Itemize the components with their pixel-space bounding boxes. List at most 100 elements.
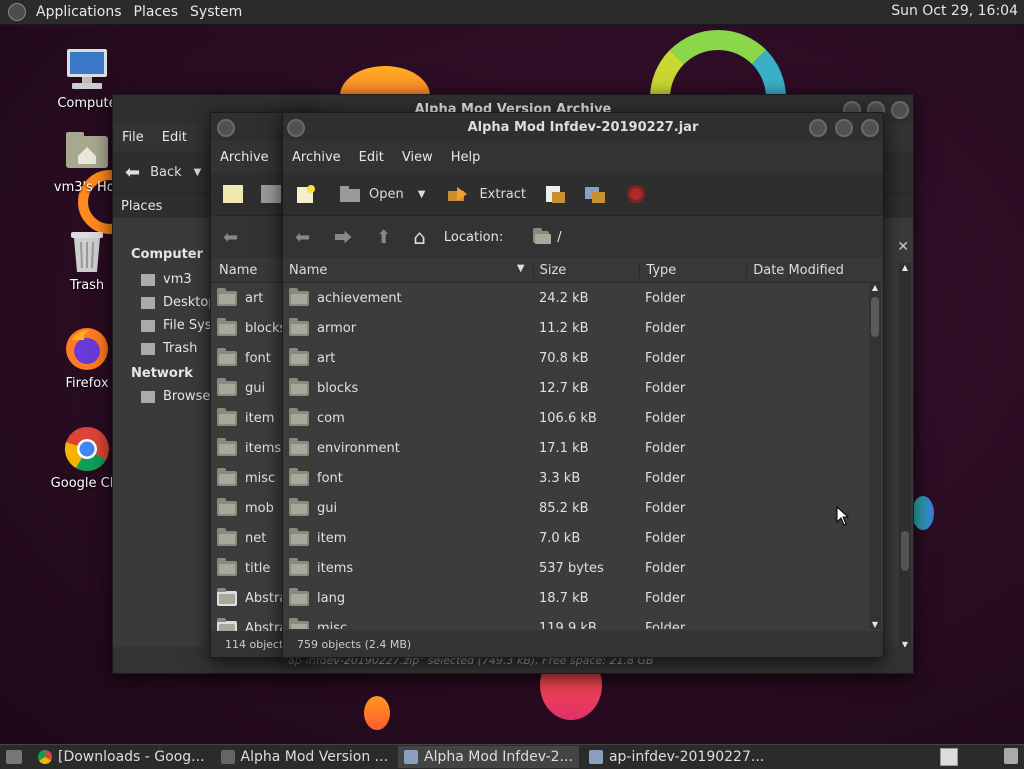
table-row[interactable]: achievement 24.2 kB Folder: [283, 283, 883, 313]
system-menu[interactable]: System: [184, 4, 248, 20]
close-button[interactable]: [891, 101, 909, 119]
window-menu-button[interactable]: [287, 119, 305, 137]
wallpaper-teal-dot: [912, 496, 934, 530]
window-menu-button[interactable]: [217, 119, 235, 137]
vertical-scrollbar[interactable]: ▲ ▼: [869, 283, 881, 629]
extract-button[interactable]: Extract: [447, 185, 526, 203]
archive-window-front[interactable]: Alpha Mod Infdev-20190227.jar Archive Ed…: [282, 112, 884, 658]
back-button[interactable]: ⬅ Back ▼: [125, 162, 201, 183]
row-name: item: [317, 530, 347, 546]
folder-icon: [217, 377, 237, 396]
statusbar: 759 objects (2.4 MB): [283, 631, 883, 657]
network-icon: [141, 390, 155, 403]
scroll-thumb[interactable]: [901, 531, 909, 571]
menu-archive[interactable]: Archive: [211, 150, 278, 165]
sidebar-item-label: Desktop: [163, 295, 217, 310]
taskbar-item-archive-manager[interactable]: Alpha Mod Infdev-2...: [398, 746, 579, 768]
folder-icon: [289, 527, 309, 546]
add-files-button[interactable]: [544, 184, 566, 204]
scroll-up-arrow[interactable]: ▲: [899, 263, 911, 272]
table-row[interactable]: lang 18.7 kB Folder: [283, 583, 883, 613]
minimize-button[interactable]: [809, 119, 827, 137]
vertical-scrollbar[interactable]: ▲ ▼: [899, 263, 911, 649]
table-row[interactable]: blocks 12.7 kB Folder: [283, 373, 883, 403]
forward-arrow-icon[interactable]: ⮕: [334, 224, 352, 250]
table-row[interactable]: com 106.6 kB Folder: [283, 403, 883, 433]
table-row[interactable]: armor 11.2 kB Folder: [283, 313, 883, 343]
scroll-up-arrow[interactable]: ▲: [869, 283, 881, 293]
desktop-icon: [141, 296, 155, 309]
table-row[interactable]: items 537 bytes Folder: [283, 553, 883, 583]
folder-icon: [289, 377, 309, 396]
trash-applet-icon[interactable]: [1004, 748, 1018, 764]
row-name: lang: [317, 590, 346, 606]
window-title: Alpha Mod Infdev-20190227.jar: [467, 119, 699, 135]
show-desktop-icon[interactable]: [6, 750, 22, 764]
column-date-modified[interactable]: Date Modified: [746, 262, 883, 278]
column-type[interactable]: Type: [639, 262, 746, 278]
open-dropdown-button[interactable]: ▼: [418, 189, 426, 200]
table-row[interactable]: font 3.3 kB Folder: [283, 463, 883, 493]
row-name: armor: [317, 320, 357, 336]
taskbar-item-zip[interactable]: ap-infdev-20190227...: [583, 746, 770, 768]
row-name: font: [317, 470, 343, 486]
scroll-down-arrow[interactable]: ▼: [869, 620, 881, 629]
item-name: items: [245, 440, 282, 456]
applications-menu[interactable]: Applications: [30, 4, 128, 20]
menu-view[interactable]: View: [393, 150, 442, 165]
chevron-down-icon: ▼: [417, 188, 426, 200]
folder-icon: [217, 407, 237, 426]
stop-button[interactable]: [626, 184, 646, 204]
row-name: achievement: [317, 290, 402, 306]
extract-icon: [448, 187, 468, 201]
column-name-label: Name: [289, 262, 328, 278]
new-archive-button[interactable]: [295, 184, 317, 204]
workspace-switcher[interactable]: [940, 748, 958, 766]
menu-edit[interactable]: Edit: [153, 130, 196, 145]
status-text: 759 objects (2.4 MB): [297, 637, 412, 651]
distro-logo-icon[interactable]: [8, 3, 26, 21]
sidebar-item-label: File Syst: [163, 318, 217, 333]
row-type: Folder: [645, 410, 686, 426]
new-archive-icon[interactable]: [223, 185, 243, 203]
table-row[interactable]: misc 119.9 kB Folder: [283, 613, 883, 629]
maximize-button[interactable]: [835, 119, 853, 137]
taskbar: [Downloads - Goog... Alpha Mod Version .…: [0, 744, 1024, 769]
open-archive-icon[interactable]: [261, 185, 281, 203]
open-button[interactable]: Open: [339, 185, 404, 203]
table-row[interactable]: gui 85.2 kB Folder: [283, 493, 883, 523]
trash-icon: [64, 228, 110, 274]
menu-file[interactable]: File: [113, 130, 153, 145]
back-arrow-icon[interactable]: ⬅: [295, 227, 310, 248]
menu-edit[interactable]: Edit: [350, 150, 393, 165]
close-button[interactable]: [861, 119, 879, 137]
taskbar-item-downloads[interactable]: [Downloads - Goog...: [32, 746, 211, 768]
table-row[interactable]: art 70.8 kB Folder: [283, 343, 883, 373]
window-titlebar[interactable]: Alpha Mod Infdev-20190227.jar: [283, 113, 883, 141]
menu-help[interactable]: Help: [442, 150, 490, 165]
row-type: Folder: [645, 290, 686, 306]
back-arrow-icon[interactable]: ⬅: [223, 227, 238, 248]
home-icon[interactable]: ⌂: [413, 225, 426, 249]
desktop-icon-label: vm3's Hor: [53, 180, 121, 195]
folder-icon: [217, 497, 237, 516]
clock[interactable]: Sun Oct 29, 16:04: [891, 3, 1018, 19]
up-arrow-icon[interactable]: ⬆: [376, 227, 391, 248]
add-folder-button[interactable]: [584, 184, 606, 204]
taskbar-item-file-manager[interactable]: Alpha Mod Version ...: [215, 746, 395, 768]
row-size: 70.8 kB: [539, 350, 589, 366]
location-field[interactable]: /: [533, 228, 562, 245]
row-name: com: [317, 410, 345, 426]
folder-icon: [217, 287, 237, 306]
scroll-thumb[interactable]: [871, 297, 879, 337]
table-row[interactable]: item 7.0 kB Folder: [283, 523, 883, 553]
column-size[interactable]: Size: [532, 262, 640, 278]
menu-archive[interactable]: Archive: [283, 150, 350, 165]
table-row[interactable]: environment 17.1 kB Folder: [283, 433, 883, 463]
folder-icon: [217, 347, 237, 366]
column-name[interactable]: Name ▼: [283, 263, 533, 278]
places-menu[interactable]: Places: [128, 4, 185, 20]
folder-icon: [289, 557, 309, 576]
folder-icon: [217, 527, 237, 546]
close-pane-icon[interactable]: ✕: [897, 239, 909, 255]
